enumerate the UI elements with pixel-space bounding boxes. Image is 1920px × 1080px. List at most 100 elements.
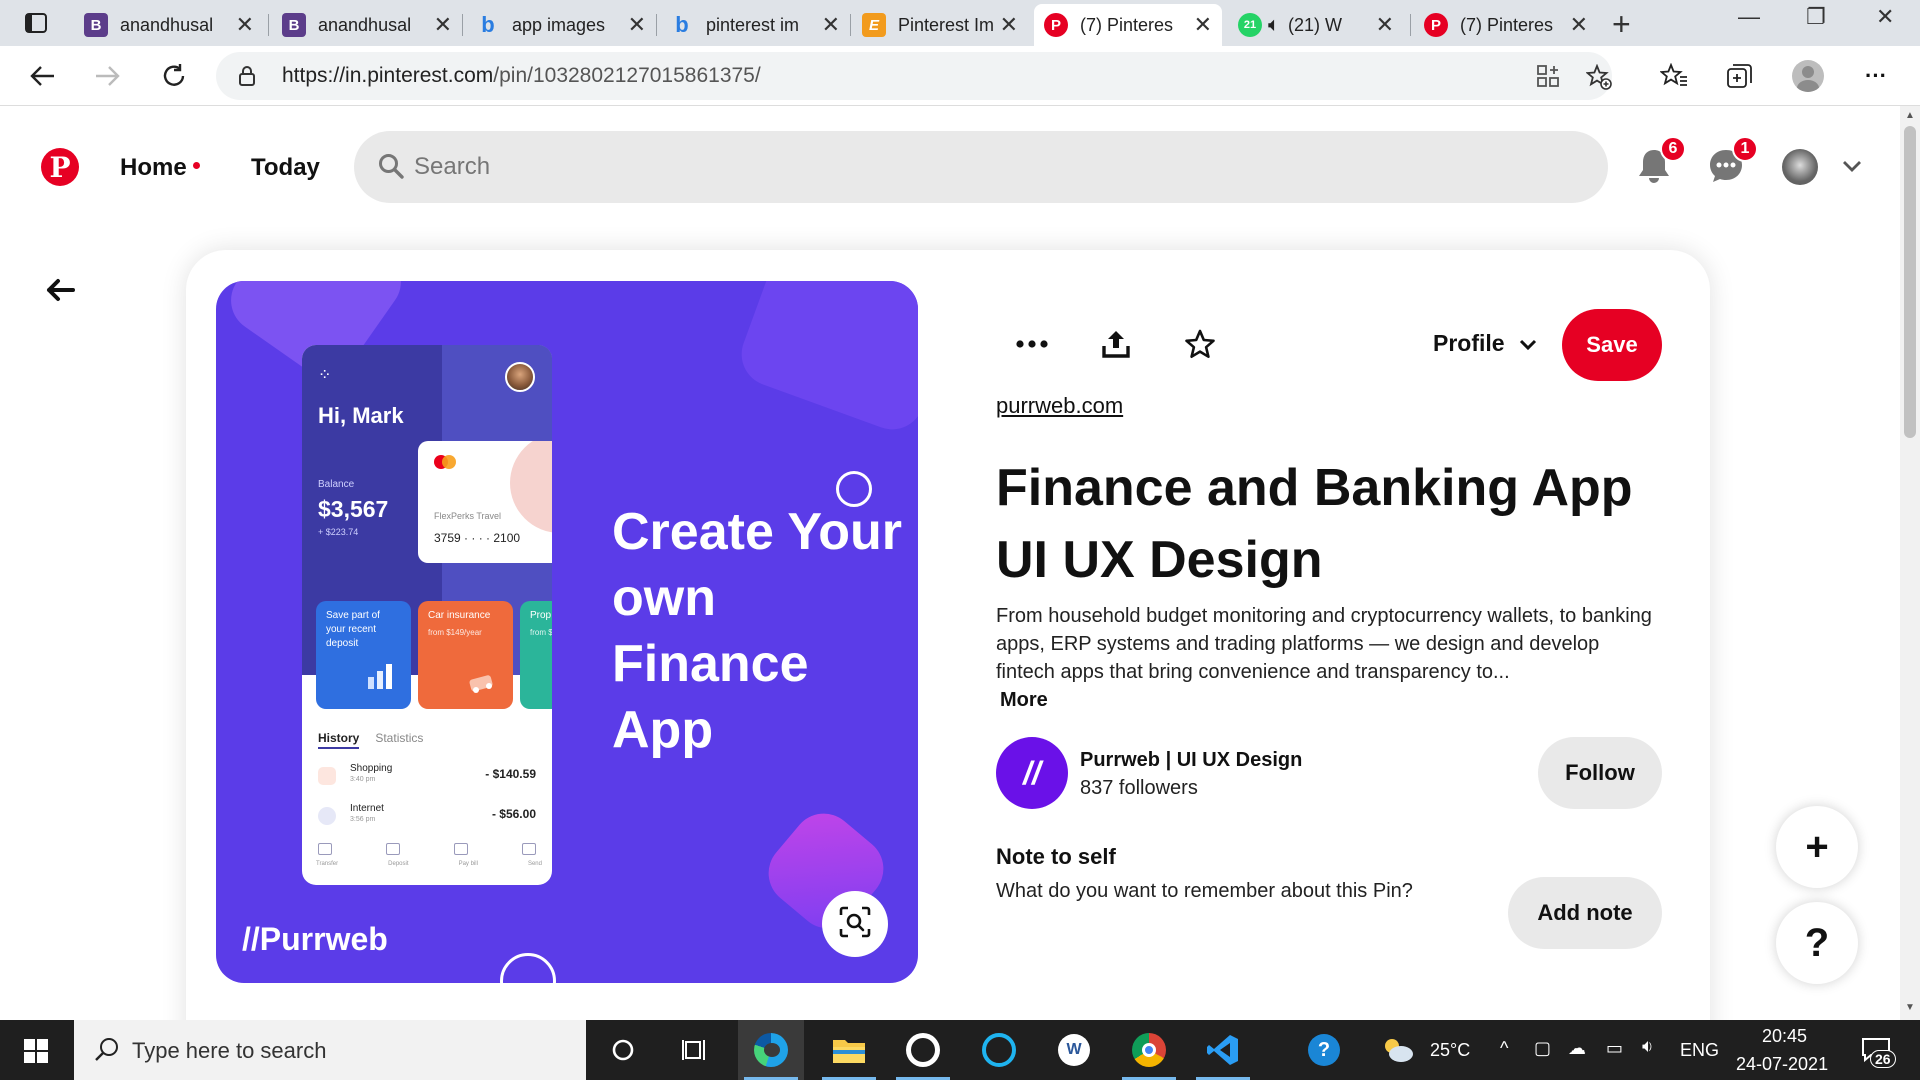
clock-date[interactable]: 24-07-2021	[1736, 1054, 1828, 1075]
taskbar-search[interactable]: Type here to search	[74, 1020, 586, 1080]
add-favorite-icon[interactable]	[1585, 63, 1612, 95]
creator-name[interactable]: Purrweb | UI UX Design	[1080, 749, 1302, 772]
chrome-icon[interactable]	[1129, 1030, 1169, 1070]
tab-close-icon[interactable]: ✕	[1570, 12, 1588, 38]
decor-ring	[500, 953, 556, 983]
browser-tab[interactable]: b app images ✕	[466, 4, 656, 46]
speaker-icon[interactable]: 🔈︎	[1268, 14, 1280, 37]
app-available-icon[interactable]	[1536, 64, 1560, 93]
show-hidden-icons-chevron-up-icon[interactable]: ^	[1500, 1038, 1508, 1059]
creator-avatar[interactable]: //	[996, 737, 1068, 809]
back-arrow-icon[interactable]	[38, 268, 82, 312]
github-desktop-icon[interactable]	[903, 1030, 943, 1070]
tab-close-icon[interactable]: ✕	[1194, 12, 1212, 38]
follow-button[interactable]: Follow	[1538, 737, 1662, 809]
alexa-icon[interactable]	[979, 1030, 1019, 1070]
scroll-down-icon[interactable]: ▼	[1905, 1002, 1915, 1013]
phone-transaction: Shopping 3:40 pm - $140.59	[318, 763, 536, 789]
browser-tab[interactable]: E Pinterest Im ✕	[852, 4, 1028, 46]
browser-tab[interactable]: P (7) Pinteres ✕	[1414, 4, 1598, 46]
browser-tab[interactable]: b pinterest im ✕	[660, 4, 850, 46]
more-actions-icon[interactable]	[1010, 322, 1054, 366]
nav-label: Send	[527, 861, 542, 867]
lock-icon[interactable]	[238, 66, 256, 91]
url-text[interactable]: https://in.pinterest.com/pin/10328021270…	[282, 64, 761, 88]
promo-card-title: Prop insur	[530, 610, 552, 621]
weather-temperature[interactable]: 25°C	[1430, 1040, 1470, 1061]
close-window-icon[interactable]: ✕	[1876, 4, 1894, 30]
weather-icon[interactable]	[1378, 1030, 1418, 1070]
meet-now-icon[interactable]: ▢	[1534, 1038, 1551, 1059]
tab-actions-icon[interactable]	[14, 8, 58, 38]
tab-close-icon[interactable]: ✕	[822, 12, 840, 38]
txn-name: Shopping	[350, 763, 393, 774]
pin-image[interactable]: ⁘ Hi, Mark Balance $3,567 + $223.74 Flex…	[216, 281, 918, 983]
browser-profile-icon[interactable]	[1790, 58, 1826, 94]
back-icon[interactable]	[24, 58, 60, 94]
txn-time: 3:40 pm	[350, 776, 376, 783]
action-center-icon[interactable]: 26	[1856, 1030, 1896, 1070]
new-tab-icon[interactable]: +	[1612, 6, 1631, 43]
board-profile-dropdown[interactable]: Profile	[1433, 330, 1537, 357]
battery-icon[interactable]: ▭	[1606, 1038, 1623, 1059]
tab-favicon-icon: B	[282, 13, 306, 37]
browser-tab[interactable]: B anandhusal ✕	[272, 4, 462, 46]
user-avatar[interactable]	[1782, 149, 1818, 185]
clock-time[interactable]: 20:45	[1762, 1026, 1807, 1047]
windows-start-icon[interactable]	[14, 1034, 58, 1068]
collections-icon[interactable]	[1722, 58, 1758, 94]
more-options-icon[interactable]: ···	[1858, 58, 1894, 94]
restore-icon[interactable]: ❐	[1806, 4, 1826, 30]
description-more-link[interactable]: More	[1000, 689, 1048, 712]
search-bar[interactable]	[354, 131, 1608, 203]
nav-today[interactable]: Today	[251, 154, 320, 182]
help-button[interactable]: ?	[1776, 902, 1858, 984]
nav-home[interactable]: Home	[120, 154, 200, 182]
browser-tab[interactable]: 21 🔈︎ (21) W ✕	[1228, 4, 1404, 46]
visual-search-button[interactable]	[822, 891, 888, 957]
bing-icon: b	[481, 12, 495, 37]
notifications-bell-icon[interactable]: 6	[1632, 136, 1686, 188]
tab-close-icon[interactable]: ✕	[628, 12, 646, 38]
tab-close-icon[interactable]: ✕	[434, 12, 452, 38]
account-chevron-down-icon[interactable]	[1830, 144, 1874, 188]
file-explorer-icon[interactable]	[829, 1030, 869, 1070]
input-language[interactable]: ENG	[1680, 1040, 1719, 1061]
pin-source-link[interactable]: purrweb.com	[996, 393, 1123, 419]
scroll-thumb[interactable]	[1904, 126, 1916, 438]
browser-tab-active[interactable]: P (7) Pinteres ✕	[1034, 4, 1222, 46]
notifications-badge: 6	[1660, 136, 1686, 162]
word-app-icon[interactable]: W	[1054, 1030, 1094, 1070]
task-view-icon[interactable]	[675, 1030, 715, 1070]
search-input[interactable]	[414, 147, 1514, 187]
browser-tab[interactable]: B anandhusal ✕	[74, 4, 264, 46]
favorite-star-icon[interactable]	[1178, 322, 1222, 366]
address-bar[interactable]: https://in.pinterest.com/pin/10328021270…	[216, 52, 1612, 100]
add-note-button[interactable]: Add note	[1508, 877, 1662, 949]
save-button[interactable]: Save	[1562, 309, 1662, 381]
pin-image-brand: //Purrweb	[242, 921, 388, 957]
phone-avatar	[505, 362, 535, 392]
tab-close-icon[interactable]: ✕	[1376, 12, 1394, 38]
favorites-icon[interactable]	[1656, 58, 1692, 94]
vscode-icon[interactable]	[1203, 1030, 1243, 1070]
tab-close-icon[interactable]: ✕	[1000, 12, 1018, 38]
menu-dots-icon: ⁘	[318, 367, 333, 384]
create-plus-button[interactable]: +	[1776, 806, 1858, 888]
share-icon[interactable]	[1094, 322, 1138, 366]
forward-icon[interactable]	[90, 58, 126, 94]
pinterest-logo-icon[interactable]: P	[41, 148, 79, 186]
onedrive-cloud-icon[interactable]: ☁	[1568, 1038, 1586, 1059]
scroll-up-icon[interactable]: ▲	[1905, 110, 1915, 121]
cortana-icon[interactable]	[603, 1030, 643, 1070]
volume-icon[interactable]: 🔉︎	[1642, 1036, 1653, 1057]
get-help-icon[interactable]: ?	[1304, 1030, 1344, 1070]
minimize-icon[interactable]: —	[1738, 4, 1760, 30]
tab-separator	[656, 14, 657, 36]
nav-label: Pay bill	[458, 861, 478, 867]
tab-close-icon[interactable]: ✕	[236, 12, 254, 38]
edge-icon[interactable]	[751, 1030, 791, 1070]
page-scrollbar[interactable]: ▲ ▼	[1900, 106, 1920, 1020]
refresh-icon[interactable]	[156, 58, 192, 94]
messages-icon[interactable]: 1	[1704, 136, 1758, 188]
